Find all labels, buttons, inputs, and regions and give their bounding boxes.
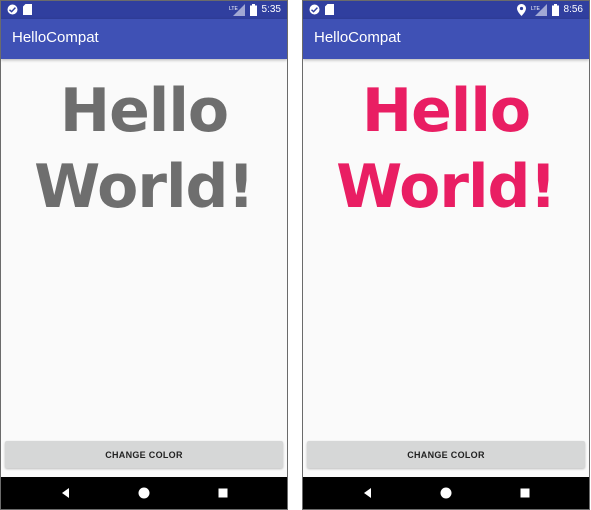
hello-world-text: Hello World! — [303, 73, 589, 225]
change-color-button[interactable]: CHANGE COLOR — [307, 441, 585, 468]
back-icon[interactable] — [361, 486, 375, 500]
home-icon[interactable] — [137, 486, 151, 500]
hello-line: Hello — [361, 76, 531, 146]
notification-icon — [7, 4, 18, 15]
app-bar: HelloCompat — [1, 19, 287, 59]
lte-signal-icon: LTE — [531, 4, 547, 16]
app-title: HelloCompat — [12, 29, 99, 46]
back-icon[interactable] — [59, 486, 73, 500]
navigation-bar — [1, 477, 287, 509]
status-time: 5:35 — [261, 4, 281, 15]
recents-icon[interactable] — [518, 486, 532, 500]
battery-icon — [551, 4, 559, 16]
navigation-bar — [303, 477, 589, 509]
lte-signal-icon: LTE — [229, 4, 245, 16]
network-type-label: LTE — [531, 6, 540, 12]
sd-card-icon — [23, 4, 32, 15]
hello-world-text: Hello World! — [1, 73, 287, 225]
battery-icon — [249, 4, 257, 16]
world-line: World! — [336, 152, 557, 222]
hello-line: Hello — [59, 76, 229, 146]
phone-screen-right: LTE 8:56 HelloCompat Hello World! CHANGE… — [302, 0, 590, 510]
notification-icon — [309, 4, 320, 15]
status-time: 8:56 — [563, 4, 583, 15]
app-title: HelloCompat — [314, 29, 401, 46]
home-icon[interactable] — [439, 486, 453, 500]
status-bar: LTE 8:56 — [303, 1, 589, 19]
app-bar: HelloCompat — [303, 19, 589, 59]
status-bar: LTE 5:35 — [1, 1, 287, 19]
sd-card-icon — [325, 4, 334, 15]
change-color-button[interactable]: CHANGE COLOR — [5, 441, 283, 468]
world-line: World! — [34, 152, 255, 222]
phone-screen-left: LTE 5:35 HelloCompat Hello World! CHANGE… — [0, 0, 288, 510]
location-icon — [516, 4, 526, 16]
network-type-label: LTE — [229, 6, 238, 12]
recents-icon[interactable] — [216, 486, 230, 500]
